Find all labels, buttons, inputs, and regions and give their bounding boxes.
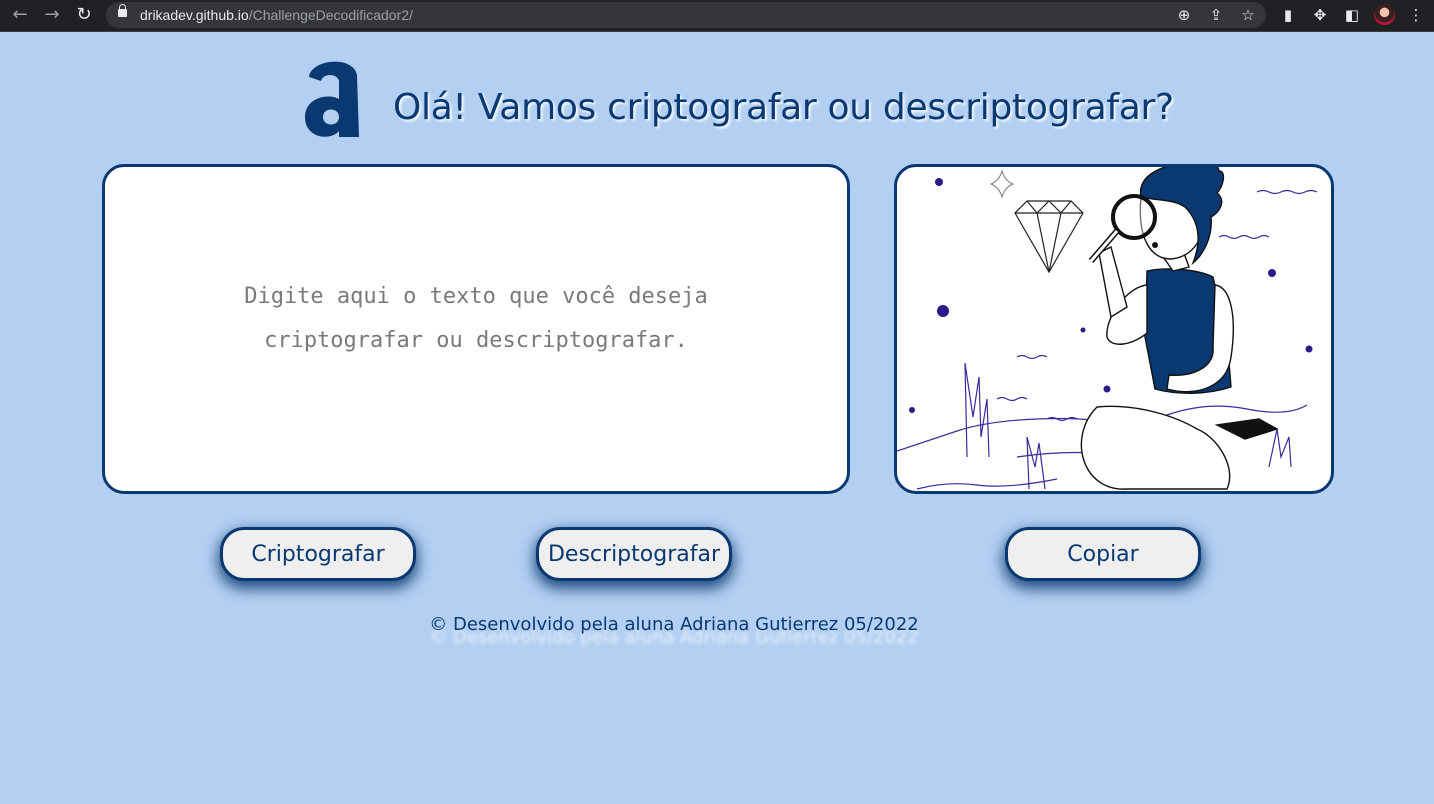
footer-credits: © Desenvolvido pela aluna Adriana Gutier… bbox=[429, 614, 919, 635]
encrypt-button[interactable]: Criptografar bbox=[220, 527, 416, 581]
detective-illustration bbox=[897, 167, 1318, 490]
logo bbox=[303, 55, 361, 139]
side-panel-icon[interactable]: ◧ bbox=[1341, 4, 1363, 26]
back-icon[interactable]: ← bbox=[8, 4, 32, 26]
address-bar[interactable]: drikadev.github.io/ChallengeDecodificado… bbox=[106, 2, 1266, 28]
profile-avatar[interactable] bbox=[1374, 4, 1395, 25]
extension-icon[interactable]: ▮ bbox=[1277, 4, 1299, 26]
menu-kebab-icon[interactable]: ⋮ bbox=[1405, 4, 1427, 26]
zoom-icon[interactable]: ⊕ bbox=[1174, 5, 1194, 25]
bookmark-star-icon[interactable]: ☆ bbox=[1238, 5, 1258, 25]
lock-icon bbox=[118, 4, 127, 17]
decrypt-button[interactable]: Descriptografar bbox=[536, 527, 732, 581]
output-panel bbox=[894, 164, 1334, 494]
share-icon[interactable]: ⇪ bbox=[1206, 5, 1226, 25]
message-textarea[interactable] bbox=[102, 164, 850, 494]
page-title: Olá! Vamos criptografar ou descriptograf… bbox=[393, 87, 1174, 128]
forward-icon[interactable]: → bbox=[40, 4, 64, 26]
copy-button[interactable]: Copiar bbox=[1005, 527, 1201, 581]
reload-icon[interactable]: ↻ bbox=[72, 4, 96, 26]
puzzle-icon[interactable]: ✥ bbox=[1309, 4, 1331, 26]
url-text: drikadev.github.io/ChallengeDecodificado… bbox=[140, 7, 413, 23]
browser-toolbar: ← → ↻ drikadev.github.io/ChallengeDecodi… bbox=[0, 0, 1434, 32]
